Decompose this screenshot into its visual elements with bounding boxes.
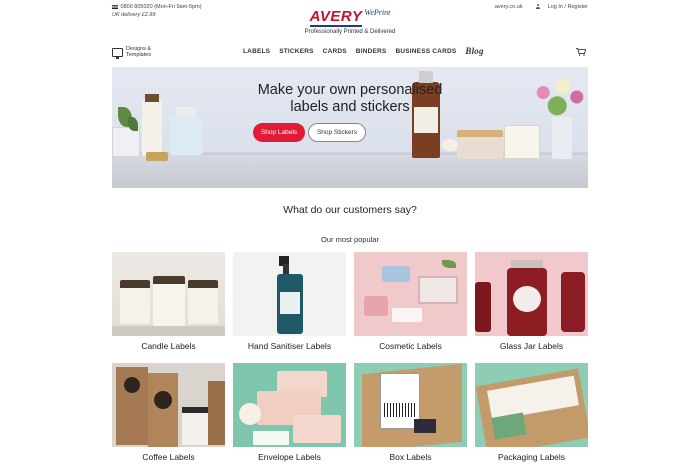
product-label: Glass Jar Labels — [499, 341, 564, 351]
popular-heading: Our most popular — [321, 235, 379, 244]
product-card-envelope[interactable]: Envelope Labels — [233, 363, 346, 462]
product-label: Hand Sanitiser Labels — [247, 341, 332, 351]
cleanser-bottle-image — [170, 117, 202, 155]
product-label: Candle Labels — [141, 341, 196, 351]
coffee-labels-image — [112, 363, 225, 447]
nav-item-cards[interactable]: CARDS — [323, 48, 347, 56]
nav-item-blog[interactable]: Blog — [465, 46, 483, 56]
nav-item-business-cards[interactable]: BUSINESS CARDS — [395, 48, 456, 56]
flower-image — [442, 139, 458, 151]
hand-sanitiser-labels-image — [233, 252, 346, 336]
product-label: Cosmetic Labels — [379, 341, 442, 351]
logo-sub: WePrint — [364, 8, 391, 17]
product-card-hand-sanitiser[interactable]: Hand Sanitiser Labels — [233, 252, 346, 351]
gold-jar-image — [146, 152, 168, 161]
monitor-icon — [112, 47, 123, 59]
box-labels-image — [354, 363, 467, 447]
gift-box-image — [504, 125, 540, 159]
logo-tagline: Professionally Printed & Delivered — [304, 29, 396, 35]
nav-item-labels[interactable]: LABELS — [243, 48, 270, 56]
cream-jar-image — [457, 135, 503, 159]
logo-brand: AVERY — [309, 8, 363, 27]
shop-labels-button[interactable]: Shop Labels — [253, 123, 305, 142]
product-card-glass-jar[interactable]: Glass Jar Labels — [475, 252, 588, 351]
plant-leaf-icon — [128, 117, 138, 131]
designs-templates-link[interactable]: Designs & Templates — [112, 46, 152, 59]
product-label: Packaging Labels — [497, 452, 566, 462]
envelope-labels-image — [233, 363, 346, 447]
designs-label-2: Templates — [126, 52, 152, 58]
customers-heading: What do our customers say? — [283, 204, 417, 216]
glass-jar-labels-image — [475, 252, 588, 336]
hero-title-line2: labels and stickers — [290, 99, 410, 115]
hero-title: Make your own personalised labels and st… — [112, 82, 588, 116]
flower-vase-image — [552, 117, 572, 159]
hero-title-line1: Make your own personalised — [257, 82, 443, 98]
product-label: Envelope Labels — [258, 452, 321, 462]
product-label: Coffee Labels — [142, 452, 195, 462]
hero-shelf — [112, 155, 588, 188]
candle-labels-image — [112, 252, 225, 336]
product-card-packaging[interactable]: Packaging Labels — [475, 363, 588, 462]
hero-tiles-image — [112, 127, 140, 157]
product-card-coffee[interactable]: Coffee Labels — [112, 363, 225, 462]
cream-jar-lid-image — [457, 130, 503, 137]
product-card-cosmetic[interactable]: Cosmetic Labels — [354, 252, 467, 351]
packaging-labels-image — [475, 363, 588, 447]
hero-banner: Make your own personalised labels and st… — [112, 67, 588, 188]
product-card-candle[interactable]: Candle Labels — [112, 252, 225, 351]
product-label: Box Labels — [389, 452, 432, 462]
nav-item-binders[interactable]: BINDERS — [356, 48, 387, 56]
site-logo[interactable]: AVERY WePrint Professionally Printed & De… — [0, 8, 700, 35]
cosmetic-labels-image — [354, 252, 467, 336]
cart-icon[interactable] — [576, 48, 586, 56]
product-card-box[interactable]: Box Labels — [354, 363, 467, 462]
shop-stickers-button[interactable]: Shop Stickers — [308, 123, 366, 142]
nav-item-stickers[interactable]: STICKERS — [279, 48, 313, 56]
main-nav: Designs & Templates LABELS STICKERS CARD… — [112, 46, 588, 62]
nav-menu: LABELS STICKERS CARDS BINDERS BUSINESS C… — [243, 46, 484, 56]
